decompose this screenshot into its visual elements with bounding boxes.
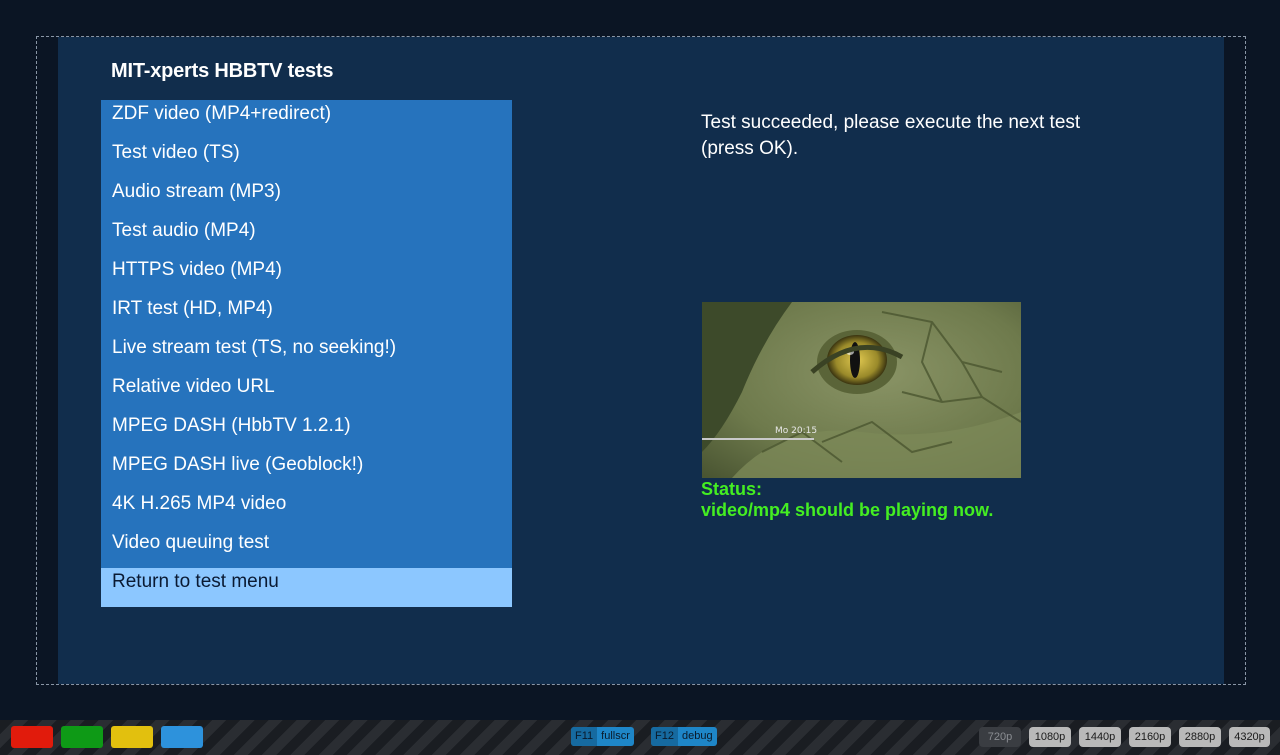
- menu-item-relative-url[interactable]: Relative video URL: [101, 373, 512, 412]
- status-label: Status:: [701, 479, 763, 499]
- menu-item-live-stream[interactable]: Live stream test (TS, no seeking!): [101, 334, 512, 373]
- resolution-2160p-button[interactable]: 2160p: [1129, 727, 1171, 747]
- resolution-1440p-button[interactable]: 1440p: [1079, 727, 1121, 747]
- resolution-2880p-button[interactable]: 2880p: [1179, 727, 1221, 747]
- fullscreen-label: fullscr: [601, 730, 630, 742]
- menu-item-zdf-video[interactable]: ZDF video (MP4+redirect): [101, 100, 512, 139]
- video-timestamp: Mo 20:15: [775, 426, 818, 436]
- debug-label: debug: [681, 730, 713, 742]
- menu-item-test-video-ts[interactable]: Test video (TS): [101, 139, 512, 178]
- menu-item-mpeg-dash-live[interactable]: MPEG DASH live (Geoblock!): [101, 451, 512, 490]
- status-text: video/mp4 should be playing now.: [701, 500, 994, 520]
- fullscreen-button[interactable]: F11 fullscr: [571, 727, 634, 746]
- menu-item-return[interactable]: Return to test menu: [101, 568, 512, 607]
- menu-item-https-video[interactable]: HTTPS video (MP4): [101, 256, 512, 295]
- fullscreen-key: F11: [571, 727, 598, 746]
- debug-key: F12: [651, 727, 678, 746]
- resolution-4320p-button[interactable]: 4320p: [1229, 727, 1270, 747]
- menu-item-test-audio-mp4[interactable]: Test audio (MP4): [101, 217, 512, 256]
- blue-button[interactable]: [161, 726, 203, 748]
- resolution-720p-button[interactable]: 720p: [979, 727, 1021, 747]
- video-frame-image: [702, 302, 1021, 478]
- menu-item-irt-test[interactable]: IRT test (HD, MP4): [101, 295, 512, 334]
- green-button[interactable]: [61, 726, 103, 748]
- red-button[interactable]: [11, 726, 53, 748]
- menu-item-audio-stream-mp3[interactable]: Audio stream (MP3): [101, 178, 512, 217]
- menu-item-mpeg-dash[interactable]: MPEG DASH (HbbTV 1.2.1): [101, 412, 512, 451]
- yellow-button[interactable]: [111, 726, 153, 748]
- result-message: Test succeeded, please execute the next …: [701, 112, 1081, 159]
- menu-item-video-queuing[interactable]: Video queuing test: [101, 529, 512, 568]
- resolution-1080p-button[interactable]: 1080p: [1029, 727, 1071, 747]
- test-menu: ZDF video (MP4+redirect) Test video (TS)…: [101, 100, 512, 607]
- video-player[interactable]: Mo 20:15: [702, 302, 1021, 478]
- app-title: MIT-xperts HBBTV tests: [111, 60, 334, 82]
- menu-item-4k-h265[interactable]: 4K H.265 MP4 video: [101, 490, 512, 529]
- debug-button[interactable]: F12 debug: [651, 727, 717, 746]
- status-panel: Status: video/mp4 should be playing now.: [701, 479, 1121, 521]
